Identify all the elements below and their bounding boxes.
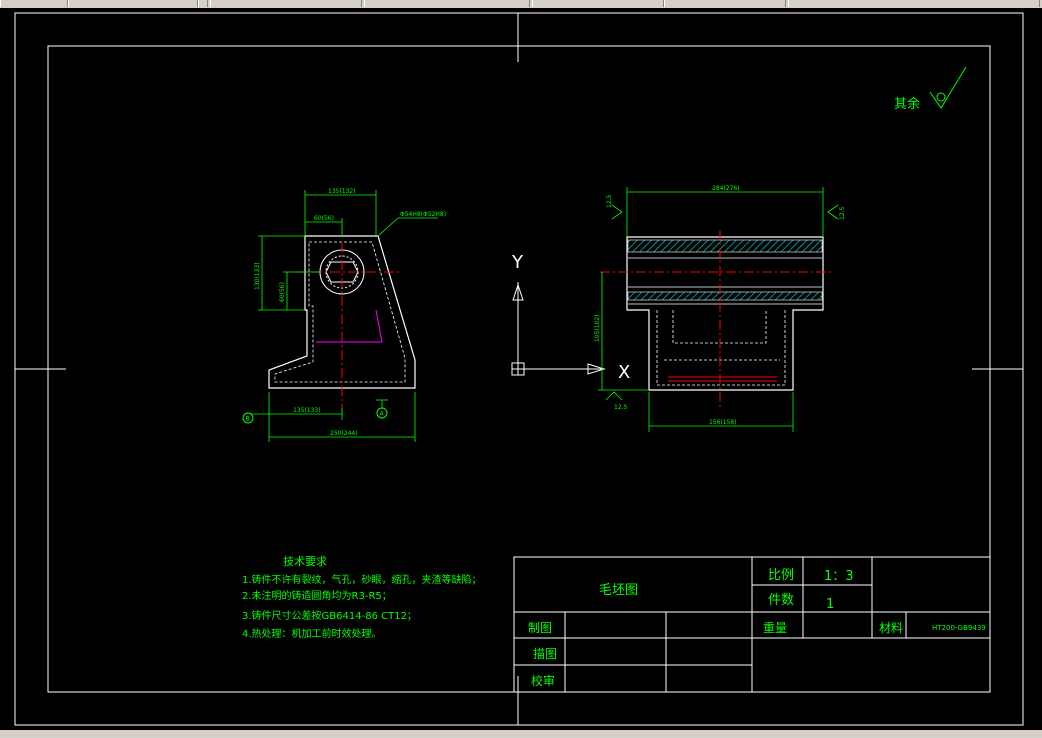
drawn-label: 制图 xyxy=(528,621,552,635)
right-view: 284(276) 105(102) 156(158) 12.5 12.5 12.… xyxy=(594,185,846,432)
dim-top-overall: 135(132) xyxy=(328,188,356,195)
quantity-value: 1 xyxy=(826,597,834,612)
roughness-note: 其余 xyxy=(894,66,967,112)
hatch-band-top xyxy=(627,239,823,253)
dim-bore: Φ54H8(Φ52H8) xyxy=(400,211,446,218)
tech-requirement-item: 1.铸件不许有裂纹，气孔，砂眼，缩孔，夹渣等缺陷； xyxy=(242,573,482,586)
toolbar-segment[interactable] xyxy=(68,0,198,7)
ucs-x-label: X xyxy=(618,362,630,383)
dim-top: 284(276) xyxy=(712,185,740,192)
scale-label: 比例 xyxy=(768,568,794,583)
application-top-bar xyxy=(0,0,1042,8)
drawing-canvas[interactable]: 其余 135(132) 60(56) Φ54H8(Φ52H8) 130(133)… xyxy=(0,8,1042,730)
dim-bottom-overall: 250(244) xyxy=(330,430,358,437)
title-block: 毛坯图 比例 1：3 件数 1 制图 重量 材料 HT200-GB9439 描图… xyxy=(513,556,991,693)
dim-bottom-inner: 135(133) xyxy=(293,407,321,414)
hatch-band-bottom xyxy=(627,291,823,301)
tech-requirement-item: 2.未注明的铸造圆角均为R3-R5； xyxy=(242,589,392,602)
weight-label: 重量 xyxy=(763,621,787,635)
quantity-label: 件数 xyxy=(768,593,794,608)
roughness-circle-icon xyxy=(936,92,946,102)
right-view-outline xyxy=(626,236,824,391)
right-view-hidden-lines xyxy=(656,310,786,386)
drawing-name: 毛坯图 xyxy=(599,583,638,598)
left-view-dimensions xyxy=(250,190,438,442)
ucs-y-label: Y xyxy=(511,252,524,273)
material-label: 材料 xyxy=(879,621,903,635)
dim-bottom: 156(158) xyxy=(709,419,737,426)
left-view: 135(132) 60(56) Φ54H8(Φ52H8) 130(133) 60… xyxy=(242,188,446,442)
roughness-left-value: 12.5 xyxy=(606,194,613,208)
roughness-right-value: 12.5 xyxy=(839,206,846,220)
datum-b-label: B xyxy=(246,416,250,423)
toolbar-segment[interactable] xyxy=(532,0,664,7)
review-label: 校审 xyxy=(531,673,555,688)
roughness-check-icon xyxy=(929,66,967,109)
dim-height-outer: 130(133) xyxy=(254,262,261,290)
tech-requirement-item: 3.铸件尺寸公差按GB6414-86 CT12； xyxy=(242,609,417,622)
material-value: HT200-GB9439 xyxy=(932,624,986,632)
tech-requirements: 技术要求 1.铸件不许有裂纹，气孔，砂眼，缩孔，夹渣等缺陷； 2.未注明的铸造圆… xyxy=(242,555,482,640)
scale-value: 1：3 xyxy=(824,569,854,584)
ucs-icon: Y X xyxy=(511,252,630,383)
roughness-bottom-value: 12.5 xyxy=(614,404,628,411)
toolbar-segment[interactable] xyxy=(198,0,208,7)
check-label: 描图 xyxy=(533,647,557,661)
tech-requirements-title: 技术要求 xyxy=(283,555,327,568)
toolbar-segment[interactable] xyxy=(364,0,530,7)
toolbar-segment[interactable] xyxy=(788,0,1040,7)
left-view-outline xyxy=(268,235,416,389)
dim-top-inner: 60(56) xyxy=(314,215,334,222)
application-bottom-bar xyxy=(0,730,1042,738)
roughness-label: 其余 xyxy=(894,96,920,112)
toolbar-segment[interactable] xyxy=(210,0,362,7)
toolbar-segment[interactable] xyxy=(0,0,68,7)
left-view-accent-line xyxy=(316,309,383,343)
datum-a-label: A xyxy=(380,411,385,418)
dim-height-inner: 60(56) xyxy=(279,282,286,302)
toolbar-segment[interactable] xyxy=(664,0,786,7)
dim-height: 105(102) xyxy=(594,314,601,342)
tech-requirement-item: 4.热处理：机加工前时效处理。 xyxy=(242,627,382,640)
